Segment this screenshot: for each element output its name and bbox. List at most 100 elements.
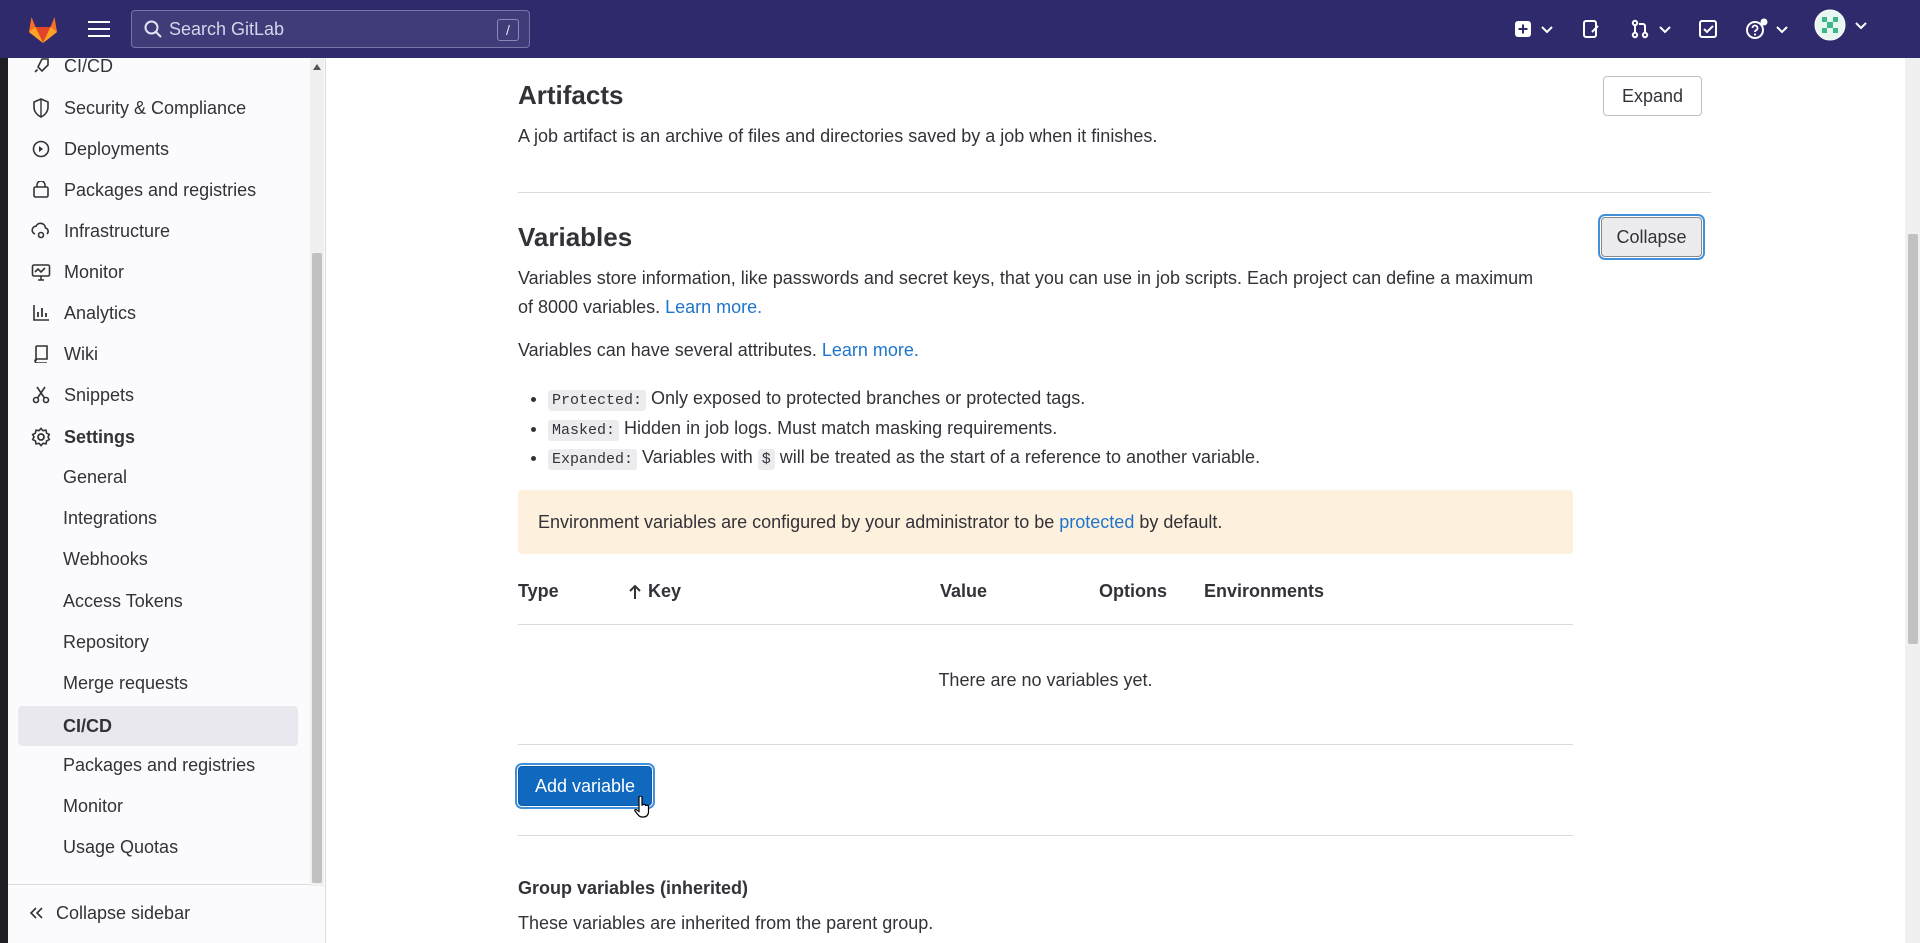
merge-request-icon	[1631, 19, 1649, 39]
sidebar-item-label: Deployments	[64, 138, 170, 159]
sidebar-item-label: Packages and registries	[64, 179, 257, 200]
question-icon	[1746, 18, 1768, 39]
sidebar-item-label: Snippets	[64, 384, 135, 405]
sidebar-item-label: Usage Quotas	[63, 836, 179, 857]
menu-icon[interactable]	[86, 16, 112, 42]
list-item-text: Variables with	[642, 447, 753, 467]
sidebar-item-packages[interactable]: Packages and registries	[18, 170, 298, 210]
variables-description-line2: of 8000 variables.	[518, 297, 661, 317]
sidebar-item-cicd[interactable]: CI/CD	[18, 46, 298, 86]
sidebar-item-infrastructure[interactable]: Infrastructure	[18, 211, 298, 251]
sidebar-item-security[interactable]: Security & Compliance	[18, 88, 298, 128]
list-item: Expanded: Variables with $ will be treat…	[548, 444, 1448, 474]
create-new-button[interactable]	[1514, 17, 1554, 41]
search-placeholder: Search GitLab	[169, 18, 285, 39]
sidebar-item-label: CI/CD	[64, 55, 113, 76]
issues-button[interactable]	[1581, 17, 1601, 41]
empty-state-text: There are no variables yet.	[938, 670, 1153, 690]
sidebar-item-label: Analytics	[64, 302, 137, 323]
column-header-type[interactable]: Type	[518, 581, 559, 602]
gitlab-logo-icon[interactable]	[26, 12, 60, 46]
chevron-down-icon	[1541, 26, 1553, 34]
alert-text-end: by default.	[1139, 511, 1223, 532]
list-item: Masked: Hidden in job logs. Must match m…	[548, 415, 1448, 445]
plus-square-icon	[1515, 21, 1531, 37]
cloud-gear-icon	[30, 220, 52, 242]
collapse-variables-button[interactable]: Collapse	[1601, 217, 1702, 257]
search-shortcut-badge: /	[497, 19, 519, 41]
search-input[interactable]: Search GitLab /	[131, 10, 530, 48]
merge-requests-button[interactable]	[1630, 17, 1672, 41]
sidebar-item-analytics[interactable]: Analytics	[18, 293, 298, 333]
list-item-text: will be treated as the start of a refere…	[779, 447, 1261, 467]
chevron-down-icon	[1855, 22, 1867, 30]
avatar	[1814, 9, 1846, 41]
scroll-up-arrow-icon[interactable]	[313, 64, 321, 70]
column-header-environments[interactable]: Environments	[1204, 581, 1324, 602]
section-divider	[518, 192, 1711, 193]
sidebar-item-monitor-settings[interactable]: Monitor	[18, 786, 298, 826]
gear-icon	[30, 426, 52, 448]
chevron-down-icon	[1776, 26, 1788, 34]
user-menu-button[interactable]	[1814, 9, 1868, 41]
sidebar-item-webhooks[interactable]: Webhooks	[18, 539, 298, 579]
sidebar-item-label: Packages and registries	[63, 754, 256, 775]
protected-variables-alert: Environment variables are configured by …	[518, 490, 1573, 554]
sidebar-item-packages-settings[interactable]: Packages and registries	[18, 745, 298, 785]
variables-title: Variables	[518, 222, 633, 252]
sidebar-item-label: General	[63, 466, 128, 487]
list-item: Protected: Only exposed to protected bra…	[548, 385, 1448, 415]
sidebar-scrollbar-thumb[interactable]	[312, 253, 322, 883]
todos-button[interactable]	[1698, 17, 1718, 41]
sidebar-item-deployments[interactable]: Deployments	[18, 129, 298, 169]
sidebar-item-monitor[interactable]: Monitor	[18, 252, 298, 292]
sidebar-scrollbar[interactable]	[310, 58, 324, 886]
help-button[interactable]	[1745, 17, 1789, 41]
column-header-value[interactable]: Value	[940, 581, 987, 602]
sidebar-item-integrations[interactable]: Integrations	[18, 498, 298, 538]
chart-icon	[30, 302, 52, 324]
variables-description-line1: Variables store information, like passwo…	[518, 268, 1534, 288]
section-divider	[518, 835, 1573, 836]
sidebar-item-label: Repository	[63, 631, 150, 652]
column-header-key[interactable]: Key	[628, 581, 681, 602]
table-header-divider	[518, 624, 1573, 625]
attributes-learn-more-link[interactable]: Learn more.	[822, 340, 919, 360]
sidebar-item-label: Webhooks	[63, 548, 148, 569]
sidebar-item-wiki[interactable]: Wiki	[18, 334, 298, 374]
sidebar-item-repository[interactable]: Repository	[18, 622, 298, 662]
expand-artifacts-button[interactable]: Expand	[1603, 76, 1702, 116]
add-variable-button[interactable]: Add variable	[518, 766, 652, 806]
variables-description: Variables store information, like passwo…	[518, 264, 1578, 322]
list-item-text: Only exposed to protected branches or pr…	[651, 388, 1086, 408]
list-item-text: Hidden in job logs. Must match masking r…	[624, 417, 1058, 438]
learn-more-link[interactable]: Learn more.	[665, 297, 762, 317]
protected-link[interactable]: protected	[1059, 512, 1134, 533]
expanded-code: Expanded:	[548, 449, 638, 470]
sidebar-item-settings[interactable]: Settings	[18, 417, 298, 457]
collapse-sidebar-button[interactable]: Collapse sidebar	[28, 893, 190, 933]
sidebar-item-label: CI/CD	[63, 715, 112, 736]
todo-check-icon	[1699, 20, 1717, 38]
sidebar-item-merge-requests[interactable]: Merge requests	[18, 663, 298, 703]
scissors-icon	[30, 384, 52, 406]
shield-icon	[30, 97, 52, 119]
arrow-up-icon	[629, 584, 641, 599]
sidebar-item-label: Security & Compliance	[64, 97, 247, 118]
group-variables-description: These variables are inherited from the p…	[518, 913, 934, 933]
column-header-options[interactable]: Options	[1099, 581, 1167, 602]
sidebar-item-cicd-settings[interactable]: CI/CD	[18, 706, 298, 746]
book-icon	[30, 343, 52, 365]
sidebar-item-usage-quotas[interactable]: Usage Quotas	[18, 827, 298, 867]
collapse-sidebar-label: Collapse sidebar	[56, 902, 191, 923]
sidebar-item-label: Access Tokens	[63, 590, 183, 611]
column-header-key-label: Key	[648, 581, 682, 601]
artifacts-description: A job artifact is an archive of files an…	[518, 126, 1158, 146]
page-scrollbar[interactable]	[1905, 58, 1920, 943]
double-chevron-left-icon	[29, 907, 43, 919]
sidebar-item-snippets[interactable]: Snippets	[18, 375, 298, 415]
sidebar-item-general[interactable]: General	[18, 457, 298, 497]
rocket-icon	[30, 55, 52, 77]
page-scrollbar-thumb[interactable]	[1908, 234, 1918, 644]
sidebar-item-access-tokens[interactable]: Access Tokens	[18, 581, 298, 621]
